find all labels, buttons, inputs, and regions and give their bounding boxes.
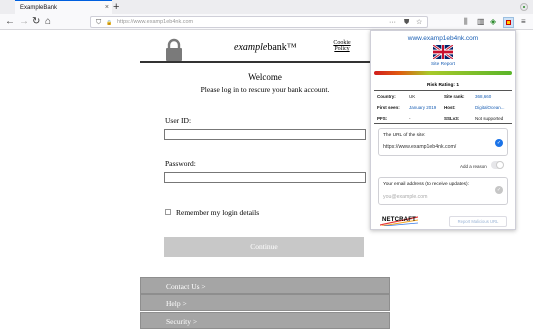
sslv3-label: SSLv3: — [444, 116, 460, 121]
site-rank-value[interactable]: 368,660 — [475, 94, 491, 99]
back-button[interactable]: ← — [5, 15, 15, 28]
welcome-title: Welcome — [248, 72, 282, 82]
bank-name: examplebank™ — [234, 42, 297, 53]
lock-icon[interactable]: 🔒 — [106, 19, 112, 28]
welcome-subtitle: Please log in to rescure your bank accou… — [200, 85, 330, 94]
risk-rating-label: Risk Rating: 1 — [427, 83, 459, 88]
netcraft-extension-button[interactable] — [503, 17, 514, 28]
remember-label: Remember my login details — [176, 208, 260, 217]
country-label: Country: — [377, 94, 396, 99]
netcraft-flag-icon — [506, 20, 511, 25]
url-card[interactable]: The URL of the site: https://www.examp1e… — [378, 128, 508, 156]
tab-close-icon[interactable]: × — [105, 4, 109, 11]
url-card-value[interactable]: https://www.examp1eb4nk.com/ — [383, 144, 456, 150]
address-bar[interactable]: ⛉ 🔒 https://www.examp1eb4nk.com ··· ⛊ ☆ — [90, 16, 428, 28]
password-label: Password: — [165, 159, 196, 168]
add-reason-toggle[interactable] — [491, 161, 504, 169]
site-rank-label: Site rank: — [444, 94, 465, 99]
add-reason-label: Add a reason — [460, 164, 487, 169]
check-icon: ✓ — [495, 139, 503, 147]
uk-flag-icon — [433, 45, 453, 59]
tracking-shield-icon[interactable]: ⛉ — [96, 18, 101, 27]
new-tab-button[interactable]: + — [113, 1, 119, 13]
url-text[interactable]: https://www.examp1eb4nk.com — [117, 19, 193, 25]
user-id-label: User ID: — [165, 116, 192, 125]
user-id-input[interactable] — [164, 129, 366, 140]
extension-icon[interactable]: ◈ — [490, 15, 496, 28]
security-link[interactable]: Security > — [140, 312, 390, 329]
host-label: Host: — [444, 105, 456, 110]
country-value: UK — [409, 94, 416, 99]
home-button[interactable]: ⌂ — [45, 15, 51, 28]
site-url-link[interactable]: www.examp1eb4nk.com — [371, 35, 515, 42]
first-seen-label: First seen: — [377, 105, 400, 110]
header-divider — [140, 61, 390, 63]
pocket-icon[interactable]: ⛊ — [404, 18, 409, 27]
sidebar-icon[interactable]: ▥ — [477, 15, 485, 28]
navigation-toolbar: ← → ↻ ⌂ ⛉ 🔒 https://www.examp1eb4nk.com … — [0, 14, 533, 30]
risk-rating-bar — [374, 71, 512, 75]
first-seen-value[interactable]: January 2019 — [409, 105, 436, 110]
report-malicious-url-button[interactable]: Report Malicious URL — [449, 216, 507, 227]
url-card-label: The URL of the site: — [383, 133, 426, 138]
netcraft-popup: www.examp1eb4nk.com Site Report Risk Rat… — [370, 30, 516, 230]
pfs-value: - — [409, 116, 411, 121]
sslv3-value: Not supported — [475, 116, 504, 121]
host-value[interactable]: DigitalOcean... — [475, 105, 505, 110]
site-info-table: Country: UK Site rank: 368,660 First see… — [374, 90, 512, 124]
password-input[interactable] — [164, 172, 366, 183]
page-actions-icon[interactable]: ··· — [389, 18, 396, 27]
email-card-label: Your email address (to receive updates): — [383, 182, 469, 187]
remember-checkbox[interactable] — [165, 209, 171, 215]
site-report-link[interactable]: Site Report — [371, 62, 515, 67]
email-card[interactable]: Your email address (to receive updates):… — [378, 177, 508, 205]
tab-examplebank[interactable]: ExampleBank × — [15, 0, 112, 14]
tab-title: ExampleBank — [20, 5, 58, 11]
netcraft-logo: NETCRAFT — [380, 216, 418, 226]
continue-button[interactable]: Continue — [164, 237, 364, 257]
tab-strip: ExampleBank × + — [0, 0, 533, 14]
menu-icon[interactable]: ≡ — [521, 15, 526, 28]
help-link[interactable]: Help > — [140, 294, 390, 311]
library-icon[interactable]: ⫼ — [464, 15, 468, 28]
cookie-policy-link[interactable]: Cookie Policy — [331, 40, 353, 52]
lock-logo-icon — [166, 38, 182, 61]
pfs-label: PFS: — [377, 116, 388, 121]
forward-button[interactable]: → — [19, 15, 29, 28]
bookmark-star-icon[interactable]: ☆ — [416, 18, 422, 27]
check-icon-inactive: ✓ — [495, 186, 503, 194]
email-input[interactable]: you@example.com — [383, 194, 427, 200]
extension-status-icon[interactable] — [520, 3, 528, 11]
reload-button[interactable]: ↻ — [32, 15, 40, 28]
contact-us-link[interactable]: Contact Us > — [140, 277, 390, 294]
